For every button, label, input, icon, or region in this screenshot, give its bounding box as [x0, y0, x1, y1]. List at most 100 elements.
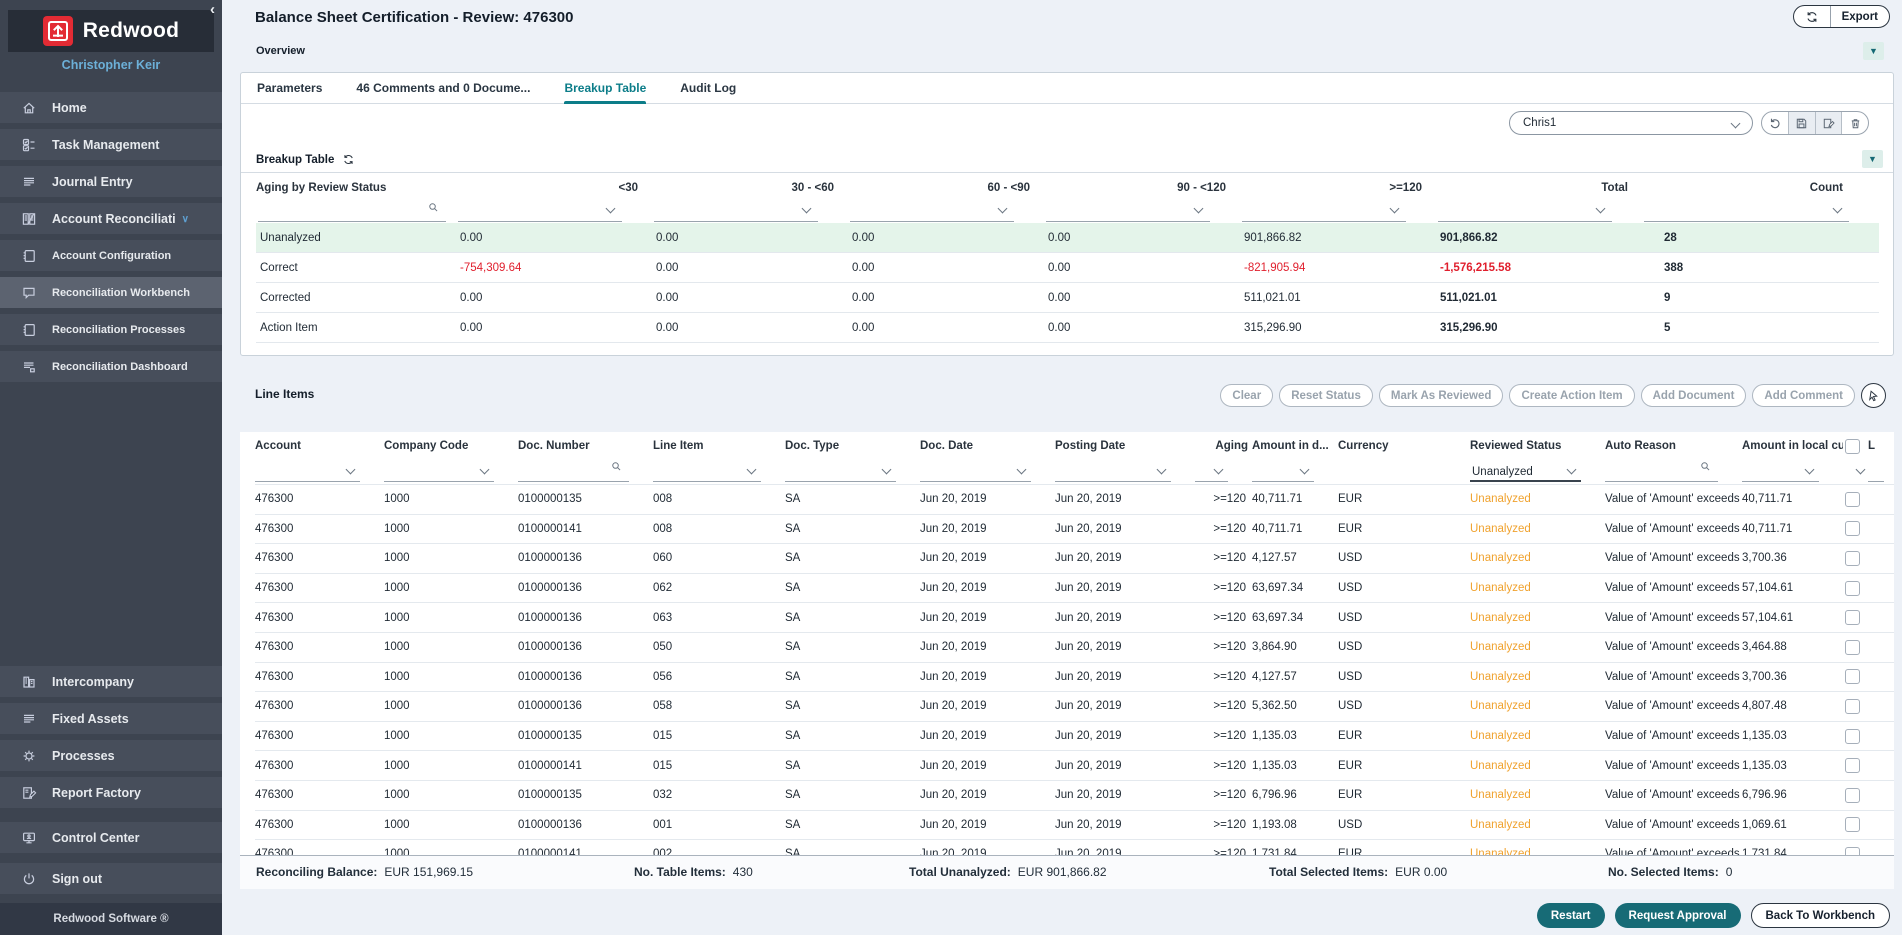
line-item-row[interactable]: 47630010000100000136060SAJun 20, 2019Jun… [255, 544, 1894, 574]
sidebar-item-processes[interactable]: Processes [0, 740, 222, 771]
line-item-row[interactable]: 47630010000100000136056SAJun 20, 2019Jun… [255, 663, 1894, 693]
line-item-row[interactable]: 47630010000100000135032SAJun 20, 2019Jun… [255, 781, 1894, 811]
filter-amount-local[interactable] [1742, 460, 1843, 484]
sidebar-item-account-configuration[interactable]: Account Configuration [0, 240, 222, 271]
refresh-button[interactable] [1794, 6, 1830, 27]
line-item-row[interactable]: 47630010000100000141002SAJun 20, 2019Jun… [255, 840, 1894, 855]
back-to-workbench-button[interactable]: Back To Workbench [1751, 903, 1891, 928]
sidebar-item-report-factory[interactable]: Report Factory [0, 777, 222, 808]
sidebar-item-account-reconciliation[interactable]: Account Reconciliati∨ [0, 203, 222, 234]
overview-collapse-button[interactable]: ▼ [1863, 42, 1884, 60]
row-checkbox[interactable] [1845, 551, 1860, 566]
tab-breakup-table[interactable]: Breakup Table [564, 73, 646, 103]
filter-amount-doc[interactable] [1252, 460, 1338, 484]
row-checkbox[interactable] [1845, 699, 1860, 714]
row-checkbox[interactable] [1845, 581, 1860, 596]
breakup-collapse-button[interactable]: ▼ [1862, 150, 1883, 168]
sidebar-item-sign-out[interactable]: Sign out [0, 863, 222, 894]
line-item-row[interactable]: 47630010000100000136050SAJun 20, 2019Jun… [255, 633, 1894, 663]
line-items-title: Line Items [255, 387, 314, 401]
line-item-row[interactable]: 47630010000100000135015SAJun 20, 2019Jun… [255, 722, 1894, 752]
select-all-checkbox[interactable] [1845, 439, 1860, 454]
filter-doc-number[interactable] [518, 460, 653, 484]
saved-view-select[interactable]: Chris1 [1509, 111, 1753, 135]
sidebar-item-task-management[interactable]: Task Management [0, 129, 222, 160]
undo-button[interactable] [1762, 112, 1788, 134]
filter-auto-reason[interactable] [1605, 460, 1742, 484]
line-item-row[interactable]: 47630010000100000141015SAJun 20, 2019Jun… [255, 751, 1894, 781]
cell-doc-type: SA [785, 692, 920, 722]
breakup-filter-0[interactable] [256, 201, 456, 223]
tab-audit-log[interactable]: Audit Log [680, 73, 736, 103]
breakup-cell: -754,309.64 [456, 253, 652, 283]
breakup-filter-4[interactable] [1044, 201, 1240, 223]
row-checkbox[interactable] [1845, 847, 1860, 855]
user-name[interactable]: Christopher Keir [0, 58, 222, 72]
sidebar-item-home[interactable]: Home [0, 92, 222, 123]
row-checkbox[interactable] [1845, 640, 1860, 655]
add-document-button[interactable]: Add Document [1641, 384, 1747, 407]
row-checkbox[interactable] [1845, 492, 1860, 507]
pointer-mode-button[interactable] [1861, 383, 1886, 408]
restart-button[interactable]: Restart [1537, 903, 1605, 928]
clear-button[interactable]: Clear [1220, 384, 1273, 407]
line-item-row[interactable]: 47630010000100000141008SAJun 20, 2019Jun… [255, 515, 1894, 545]
export-button[interactable]: Export [1830, 6, 1889, 27]
row-checkbox[interactable] [1845, 610, 1860, 625]
sidebar-item-reconciliation-processes[interactable]: Reconciliation Processes [0, 314, 222, 345]
delete-button[interactable] [1841, 112, 1868, 134]
cell-currency: EUR [1338, 840, 1470, 855]
row-checkbox[interactable] [1845, 817, 1860, 832]
add-comment-button[interactable]: Add Comment [1752, 384, 1855, 407]
sidebar-item-reconciliation-dashboard[interactable]: Reconciliation Dashboard [0, 351, 222, 382]
tab-46-comments-and-0-docume[interactable]: 46 Comments and 0 Docume... [356, 73, 530, 103]
cell-amount-local: 1,069.61 [1742, 811, 1843, 841]
line-item-row[interactable]: 47630010000100000136058SAJun 20, 2019Jun… [255, 692, 1894, 722]
cell-doc-number: 0100000141 [518, 515, 653, 545]
filter-reviewed-status[interactable]: Unanalyzed [1470, 460, 1605, 484]
sidebar-collapse-icon[interactable]: ‹ [210, 1, 215, 18]
sidebar-item-intercompany[interactable]: Intercompany [0, 666, 222, 697]
filter-aging[interactable] [1195, 460, 1252, 484]
breakup-filter-5[interactable] [1240, 201, 1436, 223]
refresh-icon[interactable] [342, 153, 355, 166]
mark-as-reviewed-button[interactable]: Mark As Reviewed [1379, 384, 1504, 407]
sidebar-item-control-center[interactable]: Control Center [0, 822, 222, 853]
line-item-row[interactable]: 47630010000100000135008SAJun 20, 2019Jun… [255, 485, 1894, 515]
filter-l-col[interactable] [1868, 460, 1894, 484]
filter-doc-type[interactable] [785, 460, 920, 484]
save-button[interactable] [1788, 112, 1815, 134]
sidebar-item-fixed-assets[interactable]: Fixed Assets [0, 703, 222, 734]
breakup-filter-1[interactable] [456, 201, 652, 223]
report-icon [21, 785, 37, 801]
sidebar-item-journal-entry[interactable]: Journal Entry [0, 166, 222, 197]
row-checkbox[interactable] [1845, 521, 1860, 536]
reset-status-button[interactable]: Reset Status [1279, 384, 1373, 407]
sidebar-item-reconciliation-workbench[interactable]: Reconciliation Workbench [0, 277, 222, 308]
breakup-filter-7[interactable] [1642, 201, 1879, 223]
save-as-button[interactable] [1815, 112, 1842, 134]
filter-company-code[interactable] [384, 460, 518, 484]
breakup-filter-2[interactable] [652, 201, 848, 223]
row-checkbox[interactable] [1845, 758, 1860, 773]
cell-l-col [1868, 633, 1894, 663]
create-action-item-button[interactable]: Create Action Item [1509, 384, 1634, 407]
search-icon [610, 460, 623, 476]
filter-doc-date[interactable] [920, 460, 1055, 484]
tab-parameters[interactable]: Parameters [257, 73, 322, 103]
filter-posting-date[interactable] [1055, 460, 1195, 484]
breakup-row-label: Corrected [256, 283, 456, 313]
filter-line-item[interactable] [653, 460, 785, 484]
line-item-row[interactable]: 47630010000100000136063SAJun 20, 2019Jun… [255, 603, 1894, 633]
row-checkbox[interactable] [1845, 788, 1860, 803]
line-items-rows: 47630010000100000135008SAJun 20, 2019Jun… [255, 484, 1894, 855]
breakup-filter-6[interactable] [1436, 201, 1642, 223]
line-item-row[interactable]: 47630010000100000136062SAJun 20, 2019Jun… [255, 574, 1894, 604]
request-approval-button[interactable]: Request Approval [1615, 903, 1741, 928]
row-checkbox[interactable] [1845, 729, 1860, 744]
row-checkbox[interactable] [1845, 669, 1860, 684]
filter-account[interactable] [255, 460, 384, 484]
breakup-filter-3[interactable] [848, 201, 1044, 223]
cell-doc-type: SA [785, 515, 920, 545]
line-item-row[interactable]: 47630010000100000136001SAJun 20, 2019Jun… [255, 811, 1894, 841]
